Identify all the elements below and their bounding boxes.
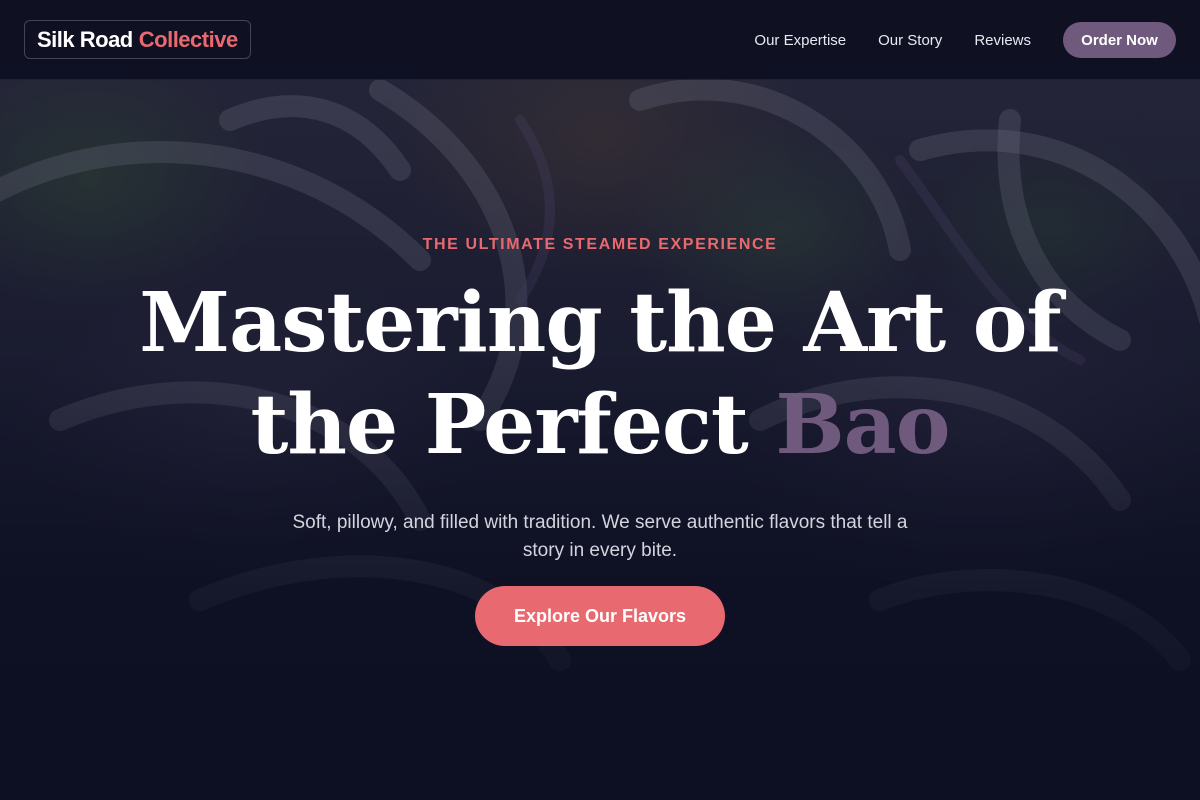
nav-link-our-story[interactable]: Our Story [878,32,942,49]
headline-line-2-prefix: the Perfect [250,377,749,473]
nav-link-our-expertise[interactable]: Our Expertise [754,32,846,49]
headline-accent-word: Bao [775,377,950,473]
headline-line-1: Mastering the Art of [139,275,1061,371]
logo-main-text: Silk Road [37,26,133,52]
hero-headline: Mastering the Art of the Perfect Bao [0,272,1200,476]
hero-subtitle: Soft, pillowy, and filled with tradition… [292,512,908,561]
logo-accent-text: Collective [138,26,238,52]
top-navbar: Silk Road Collective Our Expertise Our S… [0,0,1200,80]
nav-links: Our Expertise Our Story Reviews Order No… [754,22,1176,58]
order-now-button[interactable]: Order Now [1063,22,1176,58]
hero-eyebrow: THE ULTIMATE STEAMED EXPERIENCE [422,236,778,253]
brand-logo[interactable]: Silk Road Collective [24,20,251,59]
page: Silk Road Collective Our Expertise Our S… [0,0,1200,800]
explore-flavors-button[interactable]: Explore Our Flavors [475,586,725,646]
nav-link-reviews[interactable]: Reviews [974,32,1031,49]
